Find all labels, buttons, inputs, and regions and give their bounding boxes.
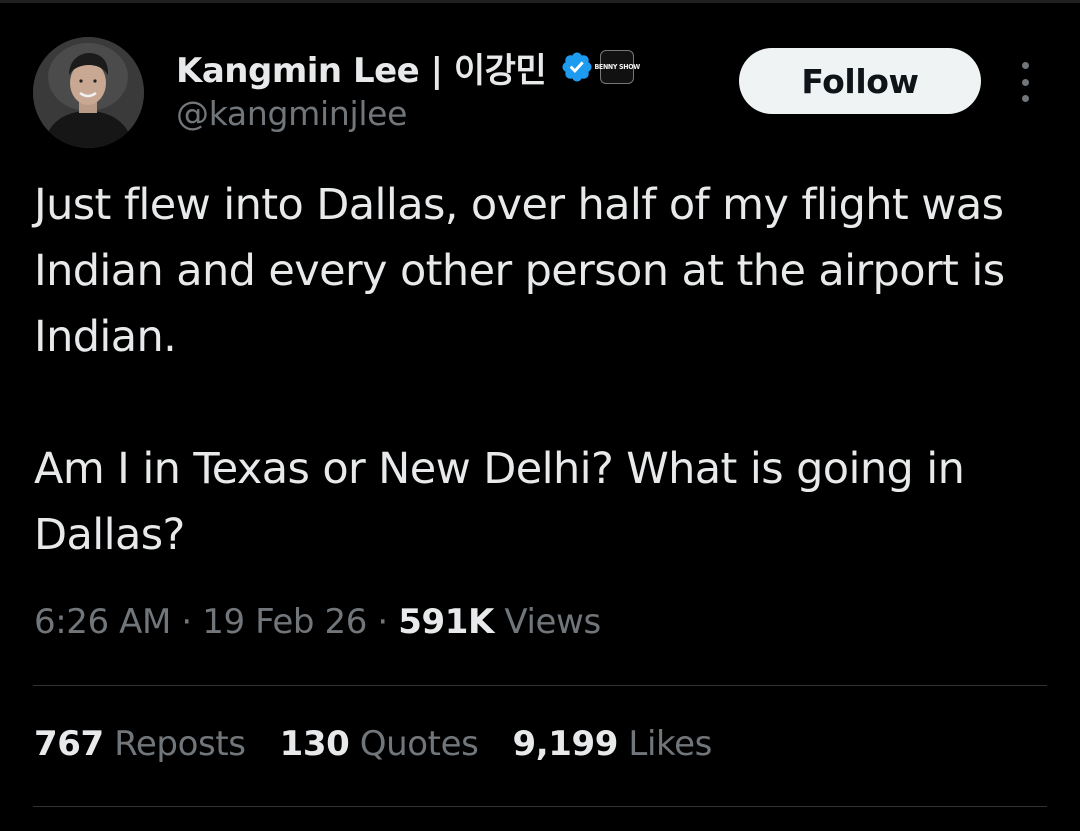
more-dot [1021, 95, 1029, 102]
meta-separator: · [181, 602, 192, 642]
top-border [0, 0, 1080, 3]
quotes-count: 130 [279, 724, 350, 764]
divider [33, 685, 1047, 686]
author-display-name[interactable]: Kangmin Lee | 이강민 [176, 43, 547, 92]
reposts-count: 767 [34, 724, 104, 764]
engagement-stats: 767 Reposts 130 Quotes 9,199 Likes [34, 724, 746, 764]
tweet-text: Just flew into Dallas, over half of my f… [34, 180, 1005, 560]
avatar[interactable] [33, 37, 144, 148]
reposts-label: Reposts [114, 724, 246, 764]
tweet-date[interactable]: 19 Feb 26 [202, 602, 367, 642]
divider [33, 806, 1047, 807]
verified-badge-icon[interactable] [560, 50, 594, 84]
more-dot [1021, 78, 1029, 86]
benny-show-badge-icon[interactable]: BENNY SHOW [594, 50, 640, 84]
meta-separator: · [377, 602, 388, 642]
reposts-stat[interactable]: 767 Reposts [34, 724, 246, 764]
likes-stat[interactable]: 9,199 Likes [512, 724, 712, 764]
follow-button[interactable]: Follow [739, 48, 981, 114]
tweet-meta: 6:26 AM · 19 Feb 26 · 591K Views [34, 602, 601, 642]
more-options-icon[interactable] [1008, 62, 1042, 102]
likes-count: 9,199 [512, 724, 618, 764]
more-dot [1021, 62, 1029, 69]
quotes-label: Quotes [359, 724, 479, 764]
profile-photo [33, 37, 144, 148]
author-name-row: Kangmin Lee | 이강민 BENNY SHOW [176, 43, 640, 92]
author-handle[interactable]: @kangminjlee [176, 94, 407, 133]
quotes-stat[interactable]: 130 Quotes [280, 724, 479, 764]
likes-label: Likes [628, 724, 712, 764]
views-label: Views [504, 602, 601, 642]
views-count: 591K [398, 602, 494, 642]
tweet-time[interactable]: 6:26 AM [34, 602, 171, 642]
